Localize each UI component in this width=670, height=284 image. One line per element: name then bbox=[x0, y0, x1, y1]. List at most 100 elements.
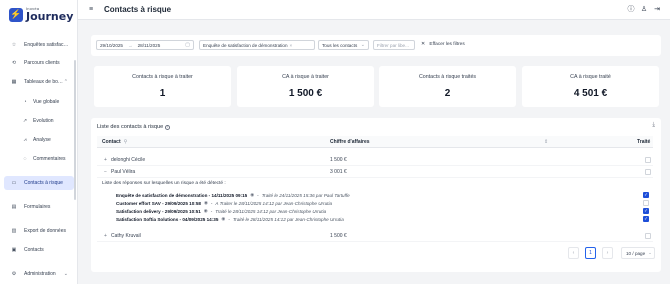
contact-name: Cathy Kruvail bbox=[111, 233, 141, 239]
survey-select[interactable]: Enquête de satisfaction de démonstration… bbox=[199, 40, 315, 50]
date-separator: → bbox=[128, 42, 133, 48]
clear-tag-icon[interactable]: × bbox=[290, 43, 293, 48]
page-size-select[interactable]: 10 / page ⌄ bbox=[621, 247, 655, 259]
date-range-picker[interactable]: 29/10/2025 → 28/11/2025 ▢ bbox=[96, 40, 194, 50]
contacts-select[interactable]: Tous les contacts ⌄ bbox=[318, 40, 369, 50]
column-contact[interactable]: Contact ⚲ bbox=[102, 139, 127, 145]
filter-icon[interactable]: ⚲ bbox=[124, 139, 128, 145]
stat-value: 2 bbox=[444, 88, 451, 99]
sidebar-item-enquetes[interactable]: ☆ Enquêtes satisfac… bbox=[4, 38, 74, 52]
export-icon: ▥ bbox=[11, 228, 17, 234]
sidebar-item-label: Evolution bbox=[33, 118, 54, 124]
sidebar-item-contacts-risque[interactable]: ▭ Contacts à risque bbox=[4, 176, 74, 190]
contact-name: Paul Vélira bbox=[111, 169, 136, 175]
sidebar-item-contacts[interactable]: ▣ Contacts bbox=[4, 243, 74, 257]
response-treated-checkbox[interactable]: ✓ bbox=[643, 192, 649, 198]
response-treated-checkbox[interactable]: ✓ bbox=[643, 208, 649, 214]
collapse-icon[interactable]: − bbox=[104, 169, 107, 175]
sidebar-scrollbar[interactable] bbox=[74, 60, 76, 200]
pagination-next-button[interactable]: › bbox=[602, 247, 613, 259]
table-header: Contact ⚲ Chiffre d'affaires ⇕ Traité bbox=[97, 136, 653, 148]
sidebar-item-administration[interactable]: ⚙ Administration ⌄ bbox=[4, 267, 74, 281]
search-input[interactable]: Filtrer par libe... bbox=[373, 40, 415, 50]
response-treated-checkbox[interactable] bbox=[643, 200, 649, 206]
risk-responses-label: Liste des réponses sur lesquelles un ris… bbox=[102, 181, 226, 186]
logo-mark-icon: ⚡ bbox=[9, 7, 23, 22]
sidebar-item-label: Administration bbox=[24, 271, 56, 277]
alert-contacts-icon: ▭ bbox=[11, 180, 17, 186]
treated-checkbox[interactable] bbox=[645, 157, 651, 163]
sort-icon[interactable]: ⇕ bbox=[544, 139, 548, 145]
logout-icon[interactable]: ⇥ bbox=[652, 4, 662, 14]
date-from: 29/10/2025 bbox=[100, 42, 123, 48]
app-logo[interactable]: ⚡ Inovéa Journey bbox=[9, 7, 73, 22]
table-row[interactable]: + delonghi Cécile 1 500 € bbox=[97, 154, 653, 166]
user-icon[interactable]: ♙ bbox=[639, 4, 649, 14]
column-contact-label: Contact bbox=[102, 139, 121, 145]
sidebar-item-analyse[interactable]: ⩘ Analyse bbox=[4, 133, 74, 147]
response-status: A Traiter le 28/11/2025 14:12 par Jean-C… bbox=[215, 200, 333, 206]
stat-label: CA à risque traité bbox=[570, 74, 611, 80]
contacts-icon: ▣ bbox=[11, 247, 17, 253]
contact-revenue: 1 500 € bbox=[330, 157, 347, 163]
stat-value: 1 500 € bbox=[288, 88, 323, 99]
eye-icon[interactable]: ◉ bbox=[204, 208, 208, 214]
menu-icon[interactable]: ≡ bbox=[89, 6, 93, 13]
sidebar-item-label: Contacts bbox=[24, 247, 44, 253]
stat-label: Contacts à risque à traiter bbox=[132, 74, 193, 80]
sidebar-item-label: Enquêtes satisfac… bbox=[24, 42, 69, 48]
treated-checkbox[interactable] bbox=[645, 169, 651, 175]
column-treated: Traité bbox=[637, 139, 651, 145]
stat-label: CA à risque à traiter bbox=[282, 74, 329, 80]
contact-revenue: 3 001 € bbox=[330, 169, 347, 175]
comment-icon: ◌ bbox=[23, 156, 27, 162]
sidebar-item-label: Formulaires bbox=[24, 204, 51, 210]
response-treated-checkbox[interactable]: ✓ bbox=[643, 216, 649, 222]
expand-icon[interactable]: + bbox=[104, 157, 107, 163]
column-revenue[interactable]: Chiffre d'affaires bbox=[330, 139, 370, 145]
chevron-down-icon: ⌄ bbox=[63, 271, 68, 277]
risk-response-item: Customer effort SAV - 29/09/2025 10:58 ◉… bbox=[116, 200, 653, 206]
risk-response-item: Satisfaction delivery - 29/09/2025 10:51… bbox=[116, 208, 649, 214]
table-row[interactable]: + Cathy Kruvail 1 500 € bbox=[97, 230, 653, 242]
clear-filters-button[interactable]: ✕ Effacer les filtres bbox=[421, 42, 465, 47]
sidebar-item-parcours[interactable]: ⟲ Parcours clients bbox=[4, 56, 74, 70]
top-bar: ≡ Contacts à risque ⓘ ♙ ⇥ bbox=[78, 0, 670, 20]
sidebar-item-tableaux[interactable]: ▦ Tableaux de bo… ⌃ bbox=[4, 75, 74, 89]
table-row[interactable]: − Paul Vélira 3 001 € bbox=[97, 166, 653, 178]
sidebar-item-label: Commentaires bbox=[33, 156, 66, 162]
download-icon[interactable]: ⤓ bbox=[652, 122, 655, 129]
sidebar-item-commentaires[interactable]: ◌ Commentaires bbox=[4, 152, 74, 166]
sidebar-item-evolution[interactable]: ↗ Evolution bbox=[4, 114, 74, 128]
sidebar-item-label: Parcours clients bbox=[24, 60, 60, 66]
contact-revenue: 1 500 € bbox=[330, 233, 347, 239]
contact-name: delonghi Cécile bbox=[111, 157, 146, 163]
sidebar-item-vue-globale[interactable]: ◔ Vue globale bbox=[4, 95, 74, 109]
search-placeholder: Filtrer par libe... bbox=[377, 42, 409, 48]
expand-icon[interactable]: + bbox=[104, 233, 107, 239]
response-status: Traité le 28/11/2025 14:12 par Jean-Chri… bbox=[232, 216, 344, 222]
analysis-icon: ⩘ bbox=[23, 137, 27, 143]
sidebar-item-label: Analyse bbox=[33, 137, 51, 143]
survey-select-value: Enquête de satisfaction de démonstration bbox=[203, 42, 288, 48]
sidebar-item-export[interactable]: ▥ Export de données bbox=[4, 224, 74, 238]
dashboard-icon: ▦ bbox=[11, 79, 17, 85]
info-icon[interactable]: i bbox=[165, 124, 171, 130]
filters-bar: 29/10/2025 → 28/11/2025 ▢ Enquête de sat… bbox=[91, 35, 661, 56]
sidebar-item-label: Tableaux de bo… bbox=[24, 79, 63, 85]
date-to: 28/11/2025 bbox=[137, 42, 161, 48]
eye-icon[interactable]: ◉ bbox=[204, 200, 208, 206]
chevron-down-icon: ⌄ bbox=[360, 42, 365, 48]
eye-icon[interactable]: ◉ bbox=[250, 192, 254, 198]
pie-chart-icon: ◔ bbox=[23, 99, 27, 105]
response-status: Traité le 24/11/2025 15:36 par Paul Tart… bbox=[261, 192, 350, 198]
pagination-prev-button[interactable]: ‹ bbox=[568, 247, 579, 259]
pagination-page-1[interactable]: 1 bbox=[585, 247, 596, 259]
help-icon[interactable]: ⓘ bbox=[626, 4, 636, 14]
stat-value: 1 bbox=[159, 88, 166, 99]
treated-checkbox[interactable] bbox=[645, 233, 651, 239]
eye-icon[interactable]: ◉ bbox=[221, 216, 225, 222]
contacts-select-value: Tous les contacts bbox=[322, 42, 358, 48]
response-title: Enquête de satisfaction de démonstration… bbox=[116, 192, 248, 198]
sidebar-item-formulaires[interactable]: ▤ Formulaires bbox=[4, 200, 74, 214]
